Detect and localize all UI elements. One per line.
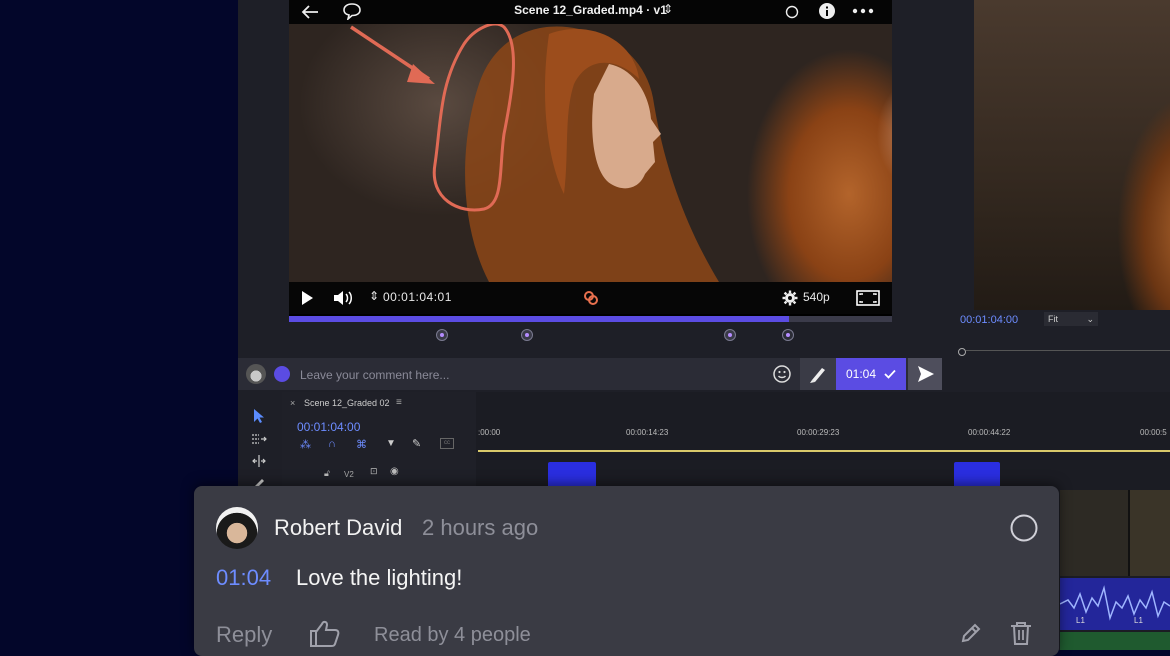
- status-circle-icon[interactable]: [783, 2, 801, 22]
- ruler-tick-label: :00:00: [478, 428, 501, 437]
- track-label-v2[interactable]: V2: [344, 470, 354, 479]
- send-comment-button[interactable]: [908, 358, 942, 390]
- work-area-bar[interactable]: [478, 450, 1170, 452]
- delete-trash-icon[interactable]: [1008, 620, 1034, 646]
- ruler-tick-label: 00:00:5: [1140, 428, 1167, 437]
- resolve-circle-icon[interactable]: [1010, 514, 1038, 542]
- player-controls: ⇕ 00:01:04:01 540p: [289, 282, 892, 314]
- audio-label: L1: [1076, 616, 1085, 625]
- comment-time-ago: 2 hours ago: [422, 515, 539, 540]
- audio-clip-waveform[interactable]: L1 L1: [1059, 578, 1170, 630]
- reply-button[interactable]: Reply: [216, 622, 272, 648]
- time-ruler[interactable]: :00:00 00:00:14:23 00:00:29:23 00:00:44:…: [478, 420, 1170, 452]
- version-switch-icon[interactable]: ⇕: [663, 2, 673, 16]
- linked-selection-icon[interactable]: ⌘: [356, 438, 367, 451]
- audio-clip-green[interactable]: [1060, 632, 1170, 650]
- playhead-handle[interactable]: [958, 348, 966, 356]
- ruler-tick-label: 00:00:14:23: [626, 428, 669, 437]
- checkmark-icon: [884, 369, 896, 379]
- lock-track-icon[interactable]: 🔓︎: [324, 468, 330, 479]
- edit-pencil-icon[interactable]: [958, 620, 984, 646]
- timeline-header: × Scene 12_Graded 02 ≡ 00:01:04:00 ⁂ ∩ ⌘…: [282, 392, 476, 492]
- eye-icon[interactable]: ◉: [390, 466, 399, 477]
- ruler-tick-label: 00:00:44:22: [968, 428, 1011, 437]
- send-icon: [918, 366, 934, 382]
- wrench-settings-icon[interactable]: ✎: [412, 437, 421, 450]
- selection-tool-icon[interactable]: [252, 408, 266, 429]
- sync-lock-icon[interactable]: ⊡: [370, 466, 378, 477]
- more-options-icon[interactable]: [851, 1, 875, 21]
- link-sync-icon[interactable]: [581, 288, 601, 308]
- read-by-count: Read by 4 people: [374, 624, 531, 646]
- file-title[interactable]: Scene 12_Graded.mp4 · v1: [289, 3, 892, 17]
- fullscreen-icon[interactable]: [855, 288, 881, 308]
- draw-tool-button[interactable]: [800, 358, 836, 390]
- comment-text: Love the lighting!: [296, 565, 463, 590]
- comment-author: Robert David: [274, 515, 403, 540]
- video-clip[interactable]: [548, 462, 596, 488]
- close-tab-icon[interactable]: ×: [290, 398, 295, 408]
- mini-scrubber[interactable]: [966, 350, 1170, 351]
- program-timecode[interactable]: 00:01:04:00: [960, 314, 1018, 326]
- info-icon[interactable]: [817, 1, 837, 21]
- quality-label[interactable]: 540p: [803, 290, 830, 304]
- program-monitor: [974, 0, 1170, 310]
- timecode-toggle[interactable]: 01:04: [836, 358, 906, 390]
- video-clip[interactable]: [954, 462, 1000, 488]
- comment-timestamp[interactable]: 01:04: [216, 565, 271, 591]
- user-avatar: [246, 364, 266, 384]
- volume-icon[interactable]: [331, 288, 357, 308]
- like-thumb-icon[interactable]: [308, 618, 342, 648]
- annotation-drawing: [350, 24, 515, 212]
- ruler-tick-label: 00:00:29:23: [797, 428, 840, 437]
- video-frame[interactable]: [289, 24, 892, 282]
- viewer-topbar: Scene 12_Graded.mp4 · v1 ⇕: [289, 0, 892, 24]
- ripple-edit-tool-icon[interactable]: [251, 454, 267, 472]
- progress-fill: [289, 316, 790, 322]
- add-marker-icon[interactable]: ▼: [386, 438, 396, 449]
- private-toggle-icon[interactable]: [274, 366, 290, 382]
- author-avatar: [216, 507, 258, 549]
- comment-marker[interactable]: [436, 329, 448, 341]
- comment-marker[interactable]: [724, 329, 736, 341]
- video-clip-thumbnails[interactable]: [1060, 490, 1170, 576]
- track-select-tool-icon[interactable]: [251, 432, 267, 450]
- program-monitor-bar: 00:01:04:00 Fit ⌄: [952, 310, 1170, 358]
- comment-input[interactable]: [298, 364, 722, 386]
- captions-icon[interactable]: cc: [440, 438, 454, 449]
- sequence-timecode[interactable]: 00:01:04:00: [297, 420, 360, 434]
- tool-strip: [238, 392, 282, 492]
- tab-menu-icon[interactable]: ≡: [396, 397, 402, 408]
- audio-label: L1: [1134, 616, 1143, 625]
- emoji-icon[interactable]: [772, 364, 792, 384]
- zoom-select[interactable]: Fit ⌄: [1044, 312, 1098, 326]
- timecode-format-icon[interactable]: ⇕: [369, 289, 379, 303]
- timecode-chip-label: 01:04: [845, 367, 877, 381]
- chevron-down-icon: ⌄: [1086, 314, 1094, 324]
- nest-icon[interactable]: ⁂: [300, 438, 311, 451]
- comment-marker[interactable]: [521, 329, 533, 341]
- comment-marker[interactable]: [782, 329, 794, 341]
- player-timecode: 00:01:04:01: [383, 290, 452, 304]
- play-icon[interactable]: [297, 288, 317, 308]
- zoom-value: Fit: [1048, 314, 1058, 324]
- sequence-tab[interactable]: Scene 12_Graded 02: [304, 398, 390, 408]
- settings-gear-icon[interactable]: [781, 289, 799, 307]
- snap-magnet-icon[interactable]: ∩: [328, 438, 336, 450]
